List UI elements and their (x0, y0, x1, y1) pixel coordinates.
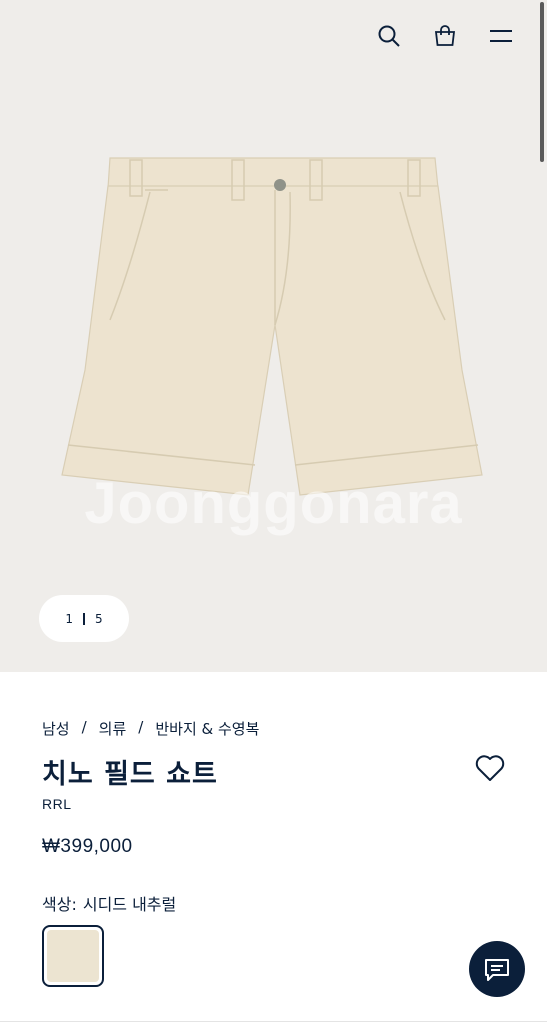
product-brand[interactable]: RRL (42, 796, 72, 812)
search-icon (378, 25, 400, 47)
product-title: 치노 필드 쇼트 (42, 759, 218, 790)
search-button[interactable] (377, 22, 401, 50)
color-swatch-selected[interactable] (42, 925, 104, 987)
pager-divider (83, 612, 85, 625)
breadcrumb-separator: / (81, 718, 87, 736)
breadcrumb-separator: / (138, 718, 144, 736)
product-gallery[interactable]: Joonggonara 1 5 (0, 0, 547, 672)
header-actions (377, 22, 513, 50)
chat-bubble-icon (485, 959, 509, 981)
wishlist-button[interactable] (475, 754, 505, 782)
divider (0, 1021, 547, 1022)
breadcrumb-item-men[interactable]: 남성 (42, 718, 70, 739)
color-label: 색상: 시디드 내추럴 (42, 891, 176, 915)
breadcrumb-item-clothing[interactable]: 의류 (99, 718, 127, 739)
heart-icon (475, 755, 505, 781)
menu-icon (490, 30, 512, 42)
color-label-title: 색상: (42, 895, 77, 914)
menu-button[interactable] (489, 22, 513, 50)
pager-total: 5 (95, 611, 103, 626)
gallery-pager[interactable]: 1 5 (39, 595, 129, 642)
breadcrumb: 남성 / 의류 / 반바지 & 수영복 (42, 718, 259, 739)
watermark: Joonggonara (84, 471, 463, 536)
product-info: 남성 / 의류 / 반바지 & 수영복 치노 필드 쇼트 RRL ₩399,00… (0, 672, 547, 1024)
product-price: ₩399,000 (42, 836, 133, 857)
pager-current: 1 (65, 611, 73, 626)
chat-button[interactable] (469, 941, 525, 997)
product-page: Joonggonara 1 5 남성 / 의류 / 반바지 & 수영복 치노 필… (0, 0, 547, 1024)
shopping-bag-button[interactable] (433, 22, 457, 50)
breadcrumb-item-shorts-swim[interactable]: 반바지 & 수영복 (155, 718, 259, 739)
color-label-value: 시디드 내추럴 (82, 895, 177, 914)
color-swatch-fill (47, 930, 99, 982)
shopping-bag-icon (434, 25, 456, 46)
